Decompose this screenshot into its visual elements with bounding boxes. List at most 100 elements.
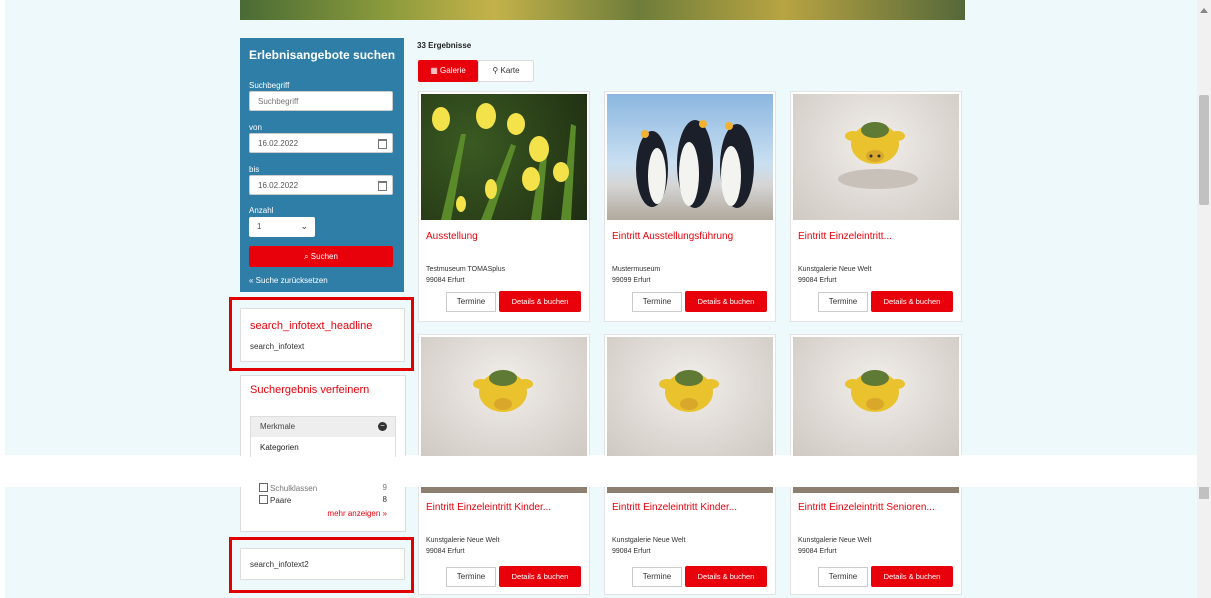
details-book-button[interactable]: Details & buchen <box>871 566 953 587</box>
calendar-icon[interactable] <box>378 181 387 191</box>
card-venue: Kunstgalerie Neue Welt <box>798 266 872 273</box>
card-image-penguins[interactable] <box>607 94 773 220</box>
card-image-daffodils[interactable] <box>421 94 587 220</box>
details-book-button[interactable]: Details & buchen <box>871 291 953 312</box>
card-title[interactable]: Eintritt Einzeleintritt... <box>798 231 892 242</box>
termine-button[interactable]: Termine <box>632 292 682 312</box>
checkbox-icon[interactable] <box>259 495 268 504</box>
infotext2-text: search_infotext2 <box>250 560 309 569</box>
termine-button[interactable]: Termine <box>632 567 682 587</box>
card-city: 99084 Erfurt <box>612 548 651 555</box>
card-image-edge <box>421 487 587 493</box>
date-from-field[interactable]: 16.02.2022 <box>249 133 393 153</box>
termine-button[interactable]: Termine <box>818 292 868 312</box>
card-city: 99084 Erfurt <box>426 277 465 284</box>
card-image-toy[interactable] <box>607 337 773 456</box>
card-image-toy[interactable] <box>793 337 959 456</box>
termine-button[interactable]: Termine <box>446 292 496 312</box>
card-venue: Kunstgalerie Neue Welt <box>426 537 500 544</box>
date-from-value: 16.02.2022 <box>258 139 299 148</box>
filter-label-cut: Schulklassen <box>270 484 318 493</box>
infotext-text: search_infotext <box>250 342 305 351</box>
count-select-value: 1 <box>257 222 262 231</box>
merkmale-section: Merkmale − Kategorien <box>250 416 396 457</box>
card-image-edge <box>607 487 773 493</box>
search-button[interactable]: ⌕ Suchen <box>249 246 393 267</box>
content-area-bottom <box>5 487 1197 598</box>
scrollbar-thumb[interactable] <box>1199 95 1209 205</box>
filter-count-paare: 8 <box>382 495 387 504</box>
reset-search-link[interactable]: « Suche zurücksetzen <box>249 276 328 285</box>
date-to-value: 16.02.2022 <box>258 181 299 190</box>
offer-card[interactable]: Eintritt Einzeleintritt Kinder... Kunstg… <box>604 487 776 595</box>
offer-card-image-top[interactable] <box>790 334 962 456</box>
refine-panel: Suchergebnis verfeinern Merkmale − Kateg… <box>240 375 406 457</box>
offer-card[interactable]: Eintritt Einzeleintritt Senioren... Kuns… <box>790 487 962 595</box>
infotext-box: search_infotext_headline search_infotext <box>240 308 405 362</box>
card-venue: Kunstgalerie Neue Welt <box>798 537 872 544</box>
filter-count-cut: 9 <box>382 483 387 492</box>
search-panel: Erlebnisangebote suchen Suchbegriff von … <box>240 38 404 292</box>
search-term-input[interactable] <box>249 91 393 111</box>
card-image-toy[interactable] <box>793 94 959 220</box>
termine-button[interactable]: Termine <box>818 567 868 587</box>
card-title[interactable]: Ausstellung <box>426 231 478 242</box>
calendar-icon[interactable] <box>378 139 387 149</box>
scrollbar[interactable] <box>1197 0 1211 598</box>
termine-button[interactable]: Termine <box>446 567 496 587</box>
offer-card-image-top[interactable] <box>418 334 590 456</box>
search-button-label: Suchen <box>310 252 338 261</box>
search-term-label: Suchbegriff <box>249 81 290 90</box>
offer-card[interactable]: Eintritt Einzeleintritt... Kunstgalerie … <box>790 91 962 322</box>
details-book-button[interactable]: Details & buchen <box>685 566 767 587</box>
date-from-label: von <box>249 123 262 132</box>
kategorien-label: Kategorien <box>260 443 299 452</box>
count-label: Anzahl <box>249 206 274 215</box>
collapse-icon[interactable]: − <box>378 422 387 431</box>
offer-card-image-top[interactable] <box>604 334 776 456</box>
filter-row-paare[interactable]: Paare 8 <box>259 495 387 505</box>
tab-map-label: Karte <box>500 66 520 75</box>
refine-title: Suchergebnis verfeinern <box>250 384 370 396</box>
checkbox-icon[interactable] <box>259 483 268 492</box>
details-book-button[interactable]: Details & buchen <box>499 291 581 312</box>
card-title[interactable]: Eintritt Ausstellungsführung <box>612 231 733 242</box>
date-to-field[interactable]: 16.02.2022 <box>249 175 393 195</box>
card-city: 99084 Erfurt <box>798 548 837 555</box>
filter-row-cut[interactable]: Schulklassen 9 <box>259 483 387 493</box>
card-image-toy[interactable] <box>421 337 587 456</box>
offer-card[interactable]: Eintritt Einzeleintritt Kinder... Kunstg… <box>418 487 590 595</box>
card-city: 99084 Erfurt <box>798 277 837 284</box>
scrollbar-thumb-lower[interactable] <box>1199 487 1209 499</box>
tab-gallery[interactable]: ▦ Galerie <box>418 60 478 82</box>
card-title[interactable]: Eintritt Einzeleintritt Kinder... <box>426 502 551 513</box>
card-title[interactable]: Eintritt Einzeleintritt Senioren... <box>798 502 935 513</box>
scroll-up-icon[interactable] <box>1200 8 1208 13</box>
details-book-button[interactable]: Details & buchen <box>499 566 581 587</box>
date-to-label: bis <box>249 165 260 174</box>
card-venue: Kunstgalerie Neue Welt <box>612 537 686 544</box>
card-venue: Mustermuseum <box>612 266 661 273</box>
count-select[interactable]: 1 ⌄ <box>249 217 315 237</box>
card-venue: Testmuseum TOMASplus <box>426 266 506 273</box>
merkmale-label: Merkmale <box>260 422 296 431</box>
offer-card[interactable]: Ausstellung Testmuseum TOMASplus 99084 E… <box>418 91 590 322</box>
merkmale-toggle[interactable]: Merkmale − <box>251 417 395 437</box>
page: Erlebnisangebote suchen Suchbegriff von … <box>0 0 1211 598</box>
tab-map[interactable]: ⚲ Karte <box>478 60 534 82</box>
show-more-link[interactable]: mehr anzeigen » <box>327 509 387 518</box>
card-image-edge <box>793 487 959 493</box>
card-city: 99099 Erfurt <box>612 277 651 284</box>
results-count: 33 Ergebnisse <box>417 41 472 50</box>
grid-icon: ▦ <box>430 66 438 75</box>
details-book-button[interactable]: Details & buchen <box>685 291 767 312</box>
chevron-down-icon: ⌄ <box>300 221 308 231</box>
content-area-top <box>5 0 1197 455</box>
filter-label-paare: Paare <box>270 496 292 505</box>
offer-card[interactable]: Eintritt Ausstellungsführung Mustermuseu… <box>604 91 776 322</box>
card-title[interactable]: Eintritt Einzeleintritt Kinder... <box>612 502 737 513</box>
map-marker-icon: ⚲ <box>492 66 499 75</box>
tab-gallery-label: Galerie <box>440 66 466 75</box>
search-panel-title: Erlebnisangebote suchen <box>249 48 396 62</box>
search-icon: ⌕ <box>304 252 309 261</box>
